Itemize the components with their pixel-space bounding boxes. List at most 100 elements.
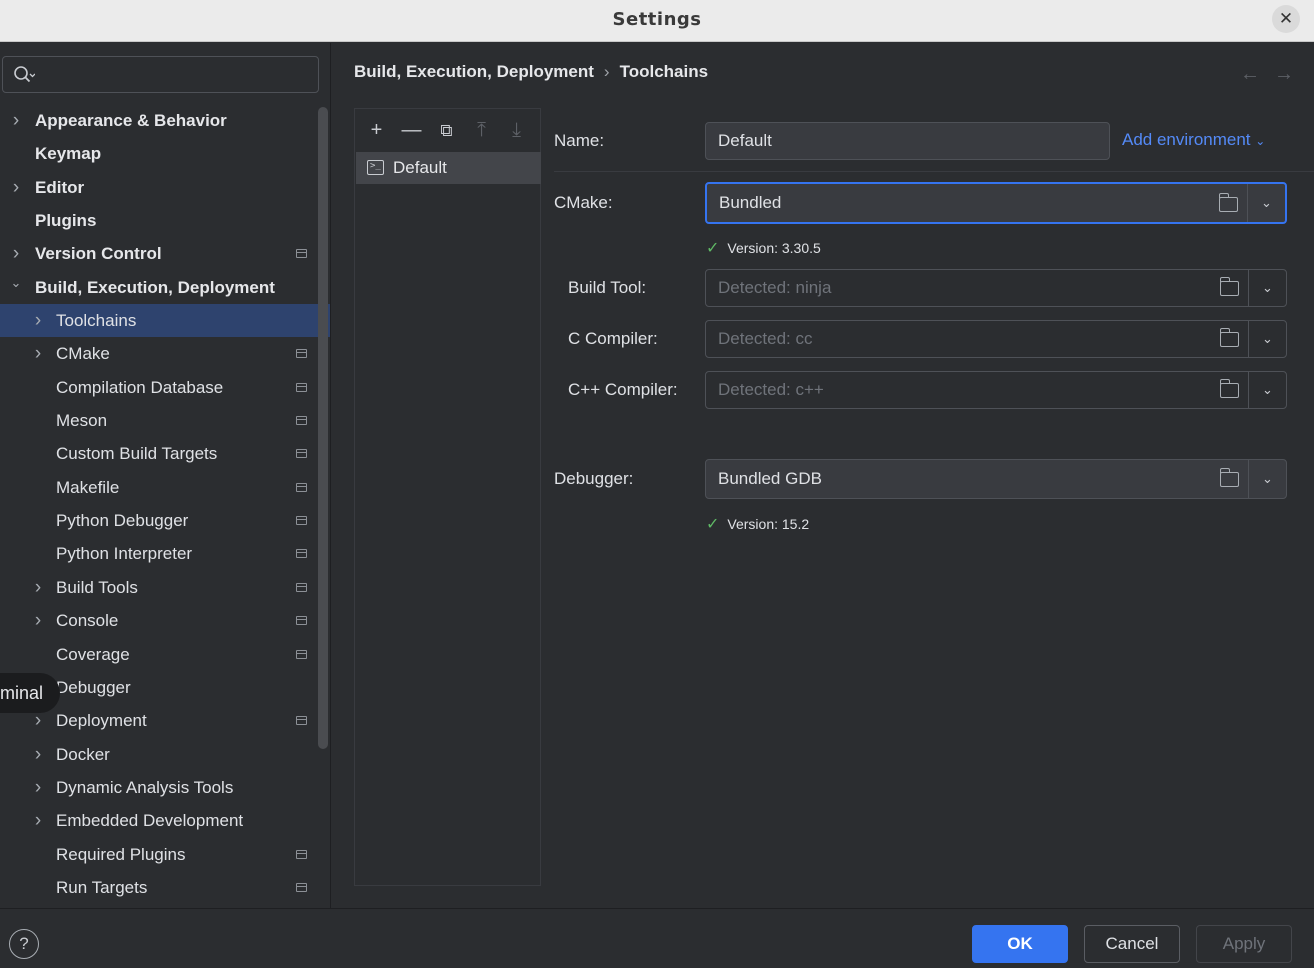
copy-icon[interactable]: ⧉ <box>429 116 464 146</box>
sidebar-item-editor[interactable]: › Editor <box>0 171 330 204</box>
sidebar-item-keymap[interactable]: Keymap <box>0 137 330 170</box>
sidebar-item-toolchains[interactable]: › Toolchains <box>0 304 330 338</box>
chevron-down-icon[interactable]: ⌄ <box>1247 184 1285 222</box>
sidebar-item-custom-build-targets[interactable]: Custom Build Targets <box>0 437 330 470</box>
cpp-compiler-label: C++ Compiler: <box>568 380 678 399</box>
sidebar-item-makefile[interactable]: Makefile <box>0 471 330 504</box>
sidebar-scrollbar[interactable] <box>318 107 328 749</box>
build-tool-combo[interactable]: Detected: ninja ⌄ <box>705 269 1287 307</box>
sidebar-item-label: Build, Execution, Deployment <box>35 277 275 297</box>
project-scope-icon <box>296 382 307 392</box>
sidebar-item-meson[interactable]: Meson <box>0 404 330 437</box>
cpp-compiler-placeholder: Detected: c++ <box>718 380 824 399</box>
chevron-down-icon[interactable]: ⌄ <box>9 266 23 299</box>
sidebar-item-label: Plugins <box>35 211 97 231</box>
folder-icon[interactable] <box>1219 328 1239 347</box>
close-icon[interactable]: ✕ <box>1272 5 1300 33</box>
name-field[interactable]: Default <box>705 122 1110 160</box>
terminal-icon: >_ <box>367 160 384 175</box>
sidebar-item-coverage[interactable]: Coverage <box>0 638 330 671</box>
sidebar-item-python-debugger[interactable]: Python Debugger <box>0 504 330 537</box>
sidebar-item-label: Run Targets <box>56 877 148 897</box>
project-scope-icon <box>296 249 307 259</box>
sidebar-item-python-interpreter[interactable]: Python Interpreter <box>0 537 330 570</box>
project-scope-icon <box>296 616 307 626</box>
sidebar-item-cmake[interactable]: › CMake <box>0 337 330 370</box>
project-scope-icon <box>296 516 307 526</box>
sidebar-item-build-execution-deployment[interactable]: ⌄ Build, Execution, Deployment <box>0 271 330 304</box>
debugger-label: Debugger: <box>554 469 634 488</box>
sidebar-item-version-control[interactable]: › Version Control <box>0 237 330 270</box>
cancel-button[interactable]: Cancel <box>1084 925 1180 963</box>
add-environment-link[interactable]: Add environment ⌄ <box>1122 130 1265 150</box>
terminal-tooltip[interactable]: minal <box>0 673 60 713</box>
chevron-right-icon[interactable]: › <box>31 771 45 804</box>
chevron-down-icon[interactable]: ⌄ <box>1248 372 1286 408</box>
sidebar-item-run-targets[interactable]: Run Targets <box>0 871 330 904</box>
chevron-right-icon[interactable]: › <box>9 171 23 204</box>
chevron-down-icon[interactable]: ⌄ <box>1248 460 1286 498</box>
apply-button[interactable]: Apply <box>1196 925 1292 963</box>
cmake-combo[interactable]: Bundled ⌄ <box>705 182 1287 224</box>
check-icon: ✓ <box>706 516 720 533</box>
cpp-compiler-combo[interactable]: Detected: c++ ⌄ <box>705 371 1287 409</box>
ok-button[interactable]: OK <box>972 925 1068 963</box>
sidebar-item-console[interactable]: › Console <box>0 604 330 637</box>
chevron-right-icon[interactable]: › <box>31 571 45 604</box>
sidebar-item-label: Embedded Development <box>56 811 244 831</box>
chevron-right-icon[interactable]: › <box>31 304 45 337</box>
chevron-right-icon[interactable]: › <box>31 804 45 837</box>
chevron-down-icon[interactable]: ⌄ <box>1248 270 1286 306</box>
sidebar-item-plugins[interactable]: Plugins <box>0 204 330 237</box>
title-bar: Settings ✕ <box>0 0 1314 42</box>
debugger-combo[interactable]: Bundled GDB ⌄ <box>705 459 1287 499</box>
sidebar-item-required-plugins[interactable]: Required Plugins <box>0 838 330 871</box>
chevron-right-icon[interactable]: › <box>31 604 45 637</box>
folder-icon[interactable] <box>1219 379 1239 398</box>
sidebar-item-label: Python Debugger <box>56 511 189 531</box>
debugger-version: Version: 15.2 <box>727 516 810 532</box>
chevron-right-icon[interactable]: › <box>31 738 45 771</box>
move-down-icon[interactable]: ⤓ <box>499 115 534 145</box>
folder-icon[interactable] <box>1219 468 1239 487</box>
search-input[interactable] <box>2 56 319 93</box>
name-label: Name: <box>554 131 605 150</box>
sidebar-item-label: Makefile <box>56 477 120 497</box>
cmake-version: Version: 3.30.5 <box>727 240 821 256</box>
folder-icon[interactable] <box>1219 277 1239 296</box>
c-compiler-combo[interactable]: Detected: cc ⌄ <box>705 320 1287 358</box>
project-scope-icon <box>296 416 307 426</box>
project-scope-icon <box>296 449 307 459</box>
add-icon[interactable]: + <box>359 115 394 145</box>
sidebar-item-label: Keymap <box>35 144 102 164</box>
project-scope-icon <box>296 882 307 892</box>
sidebar-item-compilation-database[interactable]: Compilation Database <box>0 371 330 404</box>
sidebar-item-build-tools[interactable]: › Build Tools <box>0 571 330 604</box>
chevron-right-icon[interactable]: › <box>9 104 23 137</box>
remove-icon[interactable]: — <box>394 115 429 145</box>
check-icon: ✓ <box>706 240 720 257</box>
sidebar-item-embedded-development[interactable]: › Embedded Development <box>0 804 330 837</box>
sidebar-item-label: Console <box>56 611 119 631</box>
sidebar-item-appearance-behavior[interactable]: › Appearance & Behavior <box>0 104 330 137</box>
help-icon[interactable]: ? <box>9 929 39 959</box>
debugger-status: ✓ Version: 15.2 <box>706 514 809 534</box>
move-up-icon[interactable]: ⤒ <box>464 115 499 145</box>
chevron-right-icon[interactable]: › <box>31 337 45 370</box>
sidebar-item-label: Toolchains <box>56 311 137 331</box>
sidebar-item-dynamic-analysis-tools[interactable]: › Dynamic Analysis Tools <box>0 771 330 804</box>
toolchain-item-default[interactable]: >_ Default <box>356 152 541 184</box>
cmake-status: ✓ Version: 3.30.5 <box>706 238 821 258</box>
sidebar-item-label: Deployment <box>56 711 147 731</box>
build-tool-placeholder: Detected: ninja <box>718 278 832 297</box>
folder-icon[interactable] <box>1218 193 1238 212</box>
settings-tree: › Appearance & Behavior Keymap › Editor Plugi… <box>0 104 330 904</box>
sidebar-item-docker[interactable]: › Docker <box>0 738 330 771</box>
sidebar-item-label: Required Plugins <box>56 844 186 864</box>
search-icon <box>14 66 35 83</box>
toolchain-form: Name: Default Add environment ⌄ CMake: B… <box>554 43 1314 908</box>
chevron-down-icon[interactable]: ⌄ <box>1248 321 1286 357</box>
main-panel: Build, Execution, Deployment › Toolchains … <box>332 43 1314 908</box>
project-scope-icon <box>296 349 307 359</box>
project-scope-icon <box>296 849 307 859</box>
